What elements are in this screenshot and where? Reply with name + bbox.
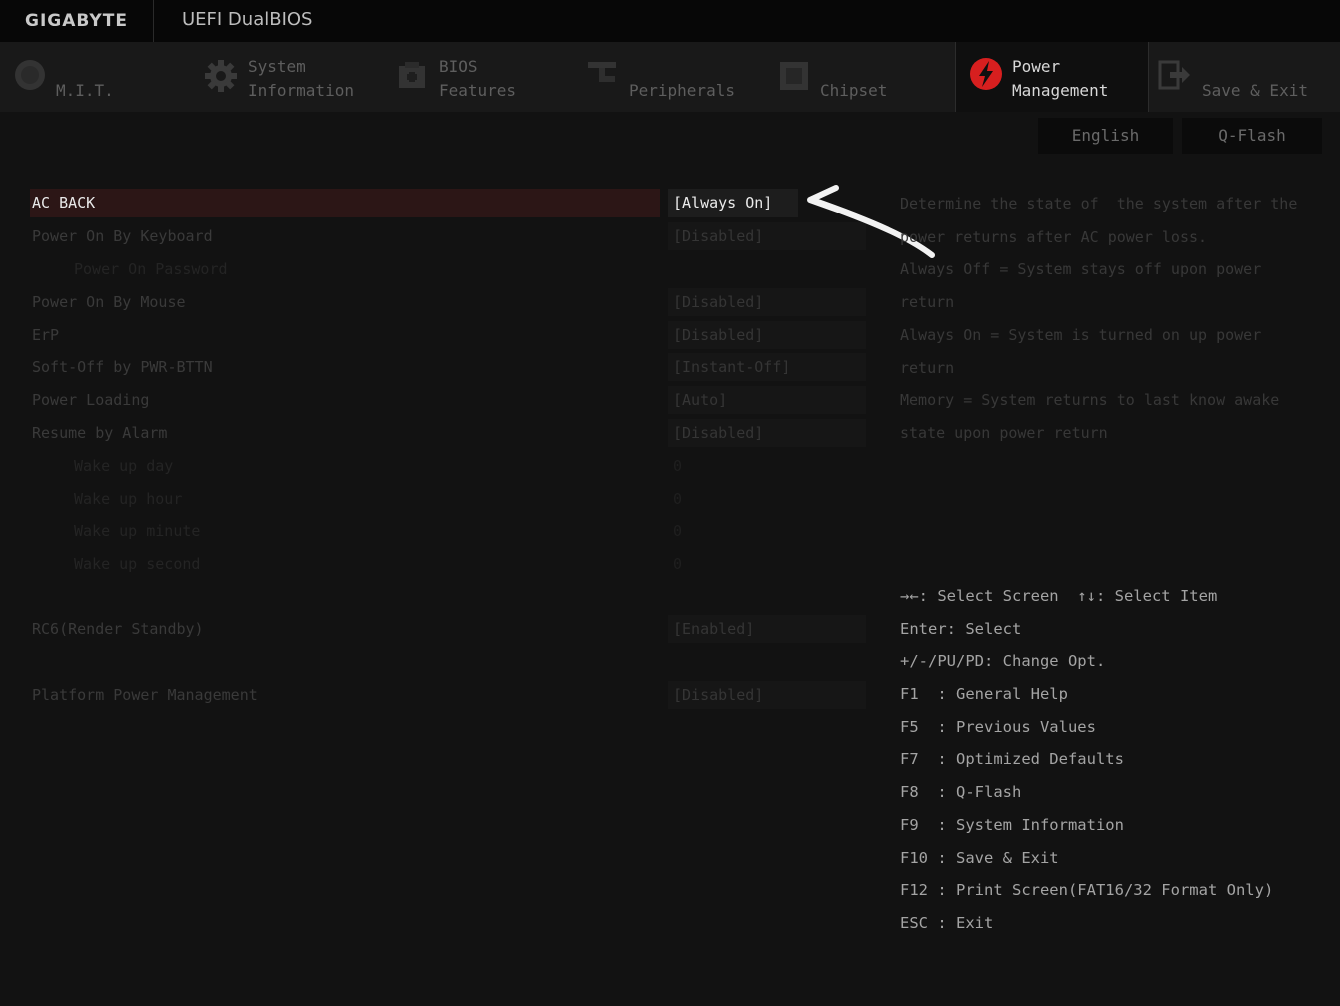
- tab-label: Chipset: [820, 81, 888, 100]
- tab-label-line2: Features: [439, 81, 517, 100]
- setting-value[interactable]: [Enabled]: [673, 615, 754, 643]
- tab-save-exit[interactable]: Save & Exit: [1150, 42, 1340, 112]
- peripherals-icon: [588, 62, 616, 82]
- help-description: Determine the state of the system after …: [900, 195, 1298, 442]
- setting-power-on-by-mouse[interactable]: Power On By Mouse: [32, 288, 186, 316]
- exit-icon: [1158, 60, 1190, 90]
- key-help-line: F7 : Optimized Defaults: [900, 750, 1124, 769]
- setting-soft-off-by-pwr-bttn[interactable]: Soft-Off by PWR-BTTN: [32, 353, 213, 381]
- divider: [153, 0, 154, 42]
- tab-power-management[interactable]: Power Management: [955, 42, 1149, 112]
- setting-value: 0: [673, 457, 683, 475]
- key-help-line: Enter: Select: [900, 619, 1022, 638]
- language-button[interactable]: English: [1038, 118, 1173, 154]
- tab-system-information[interactable]: System Information: [192, 42, 372, 112]
- key-help-line: →←: Select Screen ↑↓: Select Item: [900, 587, 1218, 605]
- product-name: UEFI DualBIOS: [182, 9, 313, 30]
- setting-value: 0: [673, 490, 683, 508]
- tab-chipset[interactable]: Chipset: [770, 42, 950, 112]
- setting-value[interactable]: [Disabled]: [673, 681, 763, 709]
- tab-bios-features[interactable]: BIOS Features: [385, 42, 560, 112]
- setting-value[interactable]: [Auto]: [673, 386, 727, 414]
- setting-power-loading[interactable]: Power Loading: [32, 386, 149, 414]
- setting-platform-power-management[interactable]: Platform Power Management: [32, 681, 258, 709]
- key-help-line: F8 : Q-Flash: [900, 783, 1022, 802]
- brand-logo: GIGABYTE: [25, 11, 128, 31]
- setting-value[interactable]: [Disabled]: [673, 288, 763, 316]
- menu-tab-bar: M.I.T. System Information BIOS Features …: [0, 42, 1340, 112]
- gear-icon: [205, 60, 237, 92]
- setting-rc6-render-standby[interactable]: RC6(Render Standby): [32, 615, 204, 643]
- setting-power-on-by-keyboard[interactable]: Power On By Keyboard: [32, 222, 213, 250]
- setting-wake-up-hour: Wake up hour: [74, 490, 183, 508]
- key-help-line: F10 : Save & Exit: [900, 848, 1059, 867]
- selected-row-highlight: [30, 189, 660, 217]
- tab-label: Save & Exit: [1202, 81, 1308, 100]
- setting-resume-by-alarm[interactable]: Resume by Alarm: [32, 419, 167, 447]
- key-help-line: F5 : Previous Values: [900, 717, 1096, 736]
- tab-label-line1: BIOS: [439, 57, 478, 76]
- setting-value[interactable]: [Disabled]: [673, 321, 763, 349]
- tab-label: M.I.T.: [56, 81, 114, 100]
- tab-label-line2: Management: [1012, 81, 1109, 100]
- setting-ac-back-value[interactable]: [Always On]: [673, 189, 772, 217]
- power-icon: [970, 58, 1002, 90]
- title-bar: GIGABYTE UEFI DualBIOS: [0, 0, 1340, 42]
- key-help-list: →←: Select Screen ↑↓: Select Item Enter:…: [900, 580, 1273, 940]
- setting-wake-up-day: Wake up day: [74, 457, 174, 475]
- key-help-line: F1 : General Help: [900, 685, 1068, 704]
- setting-ac-back[interactable]: AC BACK: [32, 189, 95, 217]
- setting-wake-up-second: Wake up second: [74, 555, 201, 573]
- setting-value: 0: [673, 555, 683, 573]
- mit-icon: [15, 60, 45, 90]
- setting-power-on-password: Power On Password: [74, 260, 228, 278]
- chipset-icon: [780, 62, 808, 90]
- setting-value: 0: [673, 522, 683, 540]
- key-help-line: ESC : Exit: [900, 913, 994, 932]
- key-help-line: F12 : Print Screen(FAT16/32 Format Only): [900, 881, 1274, 900]
- setting-value[interactable]: [Instant-Off]: [673, 353, 790, 381]
- tab-peripherals[interactable]: Peripherals: [575, 42, 760, 112]
- qflash-button[interactable]: Q-Flash: [1182, 118, 1322, 154]
- tab-label: Peripherals: [629, 81, 735, 100]
- tab-label-line1: System: [248, 57, 306, 76]
- setting-value[interactable]: [Disabled]: [673, 222, 763, 250]
- tab-mit[interactable]: M.I.T.: [0, 42, 175, 112]
- setting-erp[interactable]: ErP: [32, 321, 59, 349]
- setting-value[interactable]: [Disabled]: [673, 419, 763, 447]
- tab-label-line1: Power: [1012, 57, 1061, 76]
- tab-label-line2: Information: [248, 81, 354, 100]
- bios-features-icon: [399, 62, 425, 88]
- key-help-line: F9 : System Information: [900, 815, 1124, 834]
- key-help-line: +/-/PU/PD: Change Opt.: [900, 652, 1106, 671]
- setting-wake-up-minute: Wake up minute: [74, 522, 201, 540]
